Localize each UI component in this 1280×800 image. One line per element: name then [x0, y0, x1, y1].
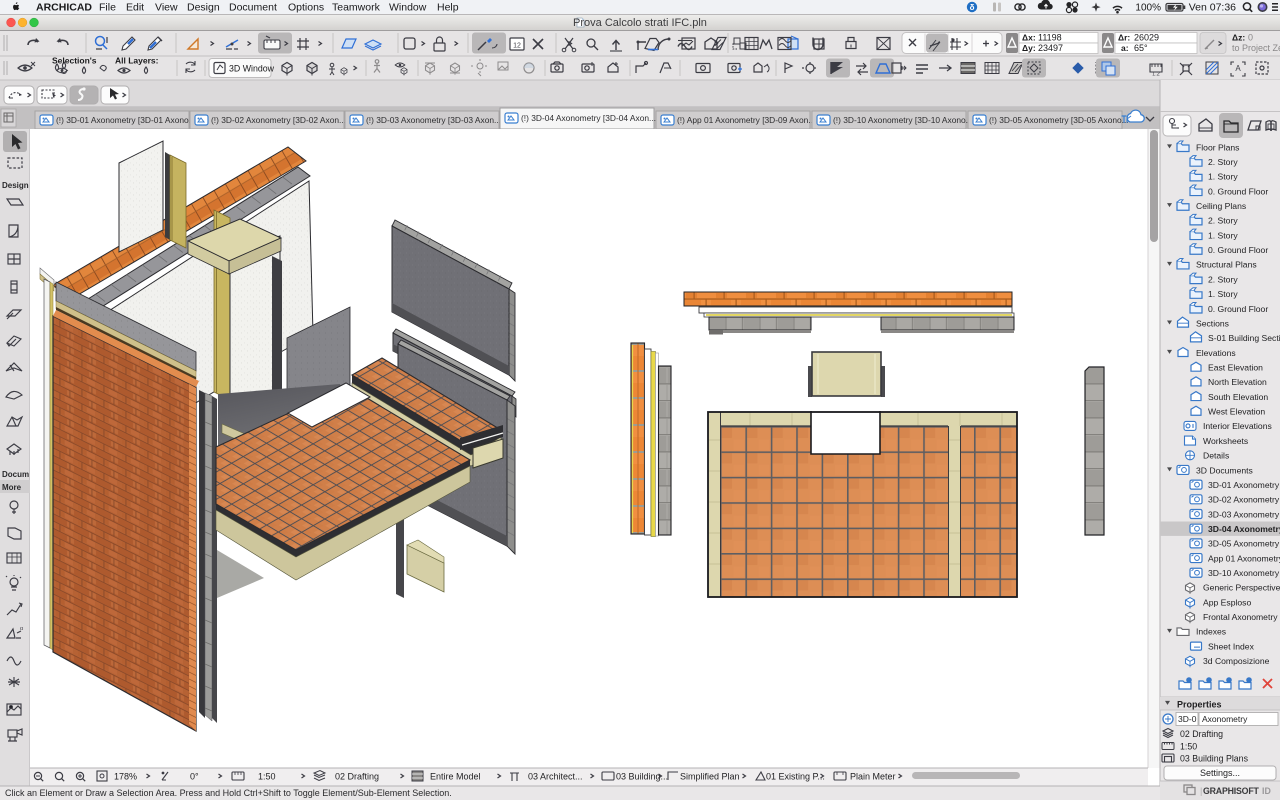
svg-text:Elevations: Elevations — [1196, 348, 1236, 358]
svg-text:12: 12 — [513, 43, 521, 50]
svg-text:11198: 11198 — [1038, 33, 1062, 43]
svg-text:All Layers:: All Layers: — [115, 56, 159, 66]
svg-text:(!) 3D-10 Axonometry [3D-10 Ax: (!) 3D-10 Axonometry [3D-10 Axono... — [833, 115, 973, 125]
svg-text:02 Drafting: 02 Drafting — [1180, 729, 1223, 739]
svg-text:3D-05 Axonometry: 3D-05 Axonometry — [1208, 539, 1280, 549]
svg-text:|: | — [1200, 786, 1202, 796]
svg-text:2. Story: 2. Story — [1208, 216, 1238, 226]
svg-text:1. Story: 1. Story — [1208, 289, 1238, 299]
svg-text:Indexes: Indexes — [1196, 627, 1226, 637]
svg-text:East Elevation: East Elevation — [1208, 363, 1263, 373]
svg-text:Δy:: Δy: — [1022, 43, 1036, 53]
svg-text:3D Window: 3D Window — [229, 64, 275, 74]
svg-text:03 Building Plans: 03 Building Plans — [1180, 754, 1249, 764]
svg-text:Plain Meter: Plain Meter — [850, 772, 896, 782]
svg-text:West Elevation: West Elevation — [1208, 407, 1265, 417]
svg-text:02 Drafting: 02 Drafting — [335, 772, 379, 782]
svg-text:Help: Help — [437, 1, 459, 13]
svg-text:Docum: Docum — [2, 470, 29, 479]
svg-text:Prova Calcolo strati IFC.pln: Prova Calcolo strati IFC.pln — [573, 17, 707, 29]
svg-text:ARCHICAD: ARCHICAD — [36, 1, 92, 13]
svg-text:0. Ground Floor: 0. Ground Floor — [1208, 304, 1268, 314]
svg-text:Ven 07:36: Ven 07:36 — [1189, 2, 1236, 14]
svg-text:Settings...: Settings... — [1200, 768, 1240, 778]
svg-text:Worksheets: Worksheets — [1203, 436, 1248, 446]
svg-text:View: View — [155, 1, 178, 13]
svg-text:3D-02 Axonometry: 3D-02 Axonometry — [1208, 495, 1280, 505]
svg-text:GRAPHISOFT: GRAPHISOFT — [1203, 786, 1259, 796]
svg-text:Sheet Index: Sheet Index — [1208, 641, 1255, 651]
svg-text:Δr:: Δr: — [1118, 33, 1130, 43]
svg-text:Interior Elevations: Interior Elevations — [1203, 421, 1272, 431]
svg-text:0: 0 — [1248, 33, 1253, 43]
svg-text:Design: Design — [187, 1, 220, 13]
svg-text:More: More — [2, 483, 22, 492]
svg-text:(!) 3D-04 Axonometry [3D-04 Ax: (!) 3D-04 Axonometry [3D-04 Axon... — [521, 113, 656, 123]
svg-text:(!) 3D-01 Axonometry [3D-01 Ax: (!) 3D-01 Axonometry [3D-01 Axono... — [56, 115, 196, 125]
svg-text:178%: 178% — [114, 772, 137, 782]
svg-text:Teamwork: Teamwork — [332, 1, 381, 13]
svg-text:Floor Plans: Floor Plans — [1196, 142, 1239, 152]
svg-text:Window: Window — [389, 1, 427, 13]
svg-text:23497: 23497 — [1038, 43, 1063, 53]
svg-text:3D-01 Axonometry: 3D-01 Axonometry — [1208, 480, 1280, 490]
svg-text:to Project Zero: to Project Zero — [1232, 43, 1280, 53]
svg-text:1:50: 1:50 — [1180, 742, 1197, 752]
svg-text:Document: Document — [229, 1, 277, 13]
svg-text:1.2: 1.2 — [1152, 72, 1160, 78]
svg-text:0. Ground Floor: 0. Ground Floor — [1208, 186, 1268, 196]
svg-text:Generic Perspective: Generic Perspective — [1203, 583, 1280, 593]
svg-text:Simplified Plan: Simplified Plan — [680, 772, 740, 782]
svg-text:Δz:: Δz: — [1232, 33, 1245, 43]
svg-text:2. Story: 2. Story — [1208, 274, 1238, 284]
svg-text:South Elevation: South Elevation — [1208, 392, 1268, 402]
svg-text:Selection's: Selection's — [52, 56, 97, 66]
svg-text:01 Existing P...: 01 Existing P... — [766, 772, 825, 782]
svg-text:3D-03 Axonometry: 3D-03 Axonometry — [1208, 509, 1280, 519]
svg-text:Structural Plans: Structural Plans — [1196, 260, 1257, 270]
svg-text:North Elevation: North Elevation — [1208, 377, 1267, 387]
svg-text:ID: ID — [1262, 786, 1271, 796]
svg-text:3D Documents: 3D Documents — [1196, 465, 1253, 475]
svg-text:26029: 26029 — [1134, 33, 1159, 43]
svg-text:2. Story: 2. Story — [1208, 157, 1238, 167]
svg-text:3D-04 Axonometry: 3D-04 Axonometry — [1208, 524, 1280, 534]
svg-text:65°: 65° — [1134, 43, 1148, 53]
svg-text:Ceiling Plans: Ceiling Plans — [1196, 201, 1246, 211]
svg-text:0°: 0° — [190, 772, 199, 782]
svg-text:Click an Element or Draw a Sel: Click an Element or Draw a Selection Are… — [5, 788, 452, 798]
svg-text:App 01 Axonometry: App 01 Axonometry — [1208, 553, 1280, 563]
svg-text:Entire Model: Entire Model — [430, 772, 481, 782]
svg-text:S-01 Building Section: S-01 Building Section — [1208, 333, 1280, 343]
svg-text:(!) 3D-05 Axonometry [3D-05 Ax: (!) 3D-05 Axonometry [3D-05 Axono... — [989, 115, 1129, 125]
svg-text:Edit: Edit — [126, 1, 144, 13]
svg-text:Δx:: Δx: — [1022, 33, 1036, 43]
svg-text:Frontal Axonometry: Frontal Axonometry — [1203, 612, 1278, 622]
svg-text:1. Story: 1. Story — [1208, 230, 1238, 240]
svg-text:(!) 3D-02 Axonometry [3D-02 Ax: (!) 3D-02 Axonometry [3D-02 Axon... — [211, 115, 346, 125]
svg-text:File: File — [99, 1, 116, 13]
svg-text:1:50: 1:50 — [258, 772, 276, 782]
svg-text:A: A — [1235, 64, 1241, 73]
svg-text:Options: Options — [288, 1, 324, 13]
svg-text:Axonometry: Axonometry — [1202, 714, 1248, 724]
svg-text:3d Composizione: 3d Composizione — [1203, 656, 1270, 666]
svg-text:0. Ground Floor: 0. Ground Floor — [1208, 245, 1268, 255]
svg-text:Design: Design — [2, 181, 29, 190]
svg-text:(!) 3D-03 Axonometry [3D-03 Ax: (!) 3D-03 Axonometry [3D-03 Axon... — [366, 115, 501, 125]
svg-text:3D-10 Axonometry: 3D-10 Axonometry — [1208, 568, 1280, 578]
svg-text:3D-0: 3D-0 — [1178, 714, 1197, 724]
svg-text:Properties: Properties — [1177, 700, 1222, 710]
svg-text:Sections: Sections — [1196, 318, 1229, 328]
svg-text:1. Story: 1. Story — [1208, 172, 1238, 182]
svg-text:a:: a: — [1121, 43, 1129, 53]
svg-text:03 Architect...: 03 Architect... — [528, 772, 583, 782]
svg-text:δ: δ — [970, 3, 975, 12]
svg-text:Details: Details — [1203, 451, 1229, 461]
svg-text:100%: 100% — [1135, 3, 1161, 14]
svg-text:(!) App 01 Axonometry [3D-09 A: (!) App 01 Axonometry [3D-09 Axon... — [677, 115, 815, 125]
svg-text:App Esploso: App Esploso — [1203, 597, 1251, 607]
